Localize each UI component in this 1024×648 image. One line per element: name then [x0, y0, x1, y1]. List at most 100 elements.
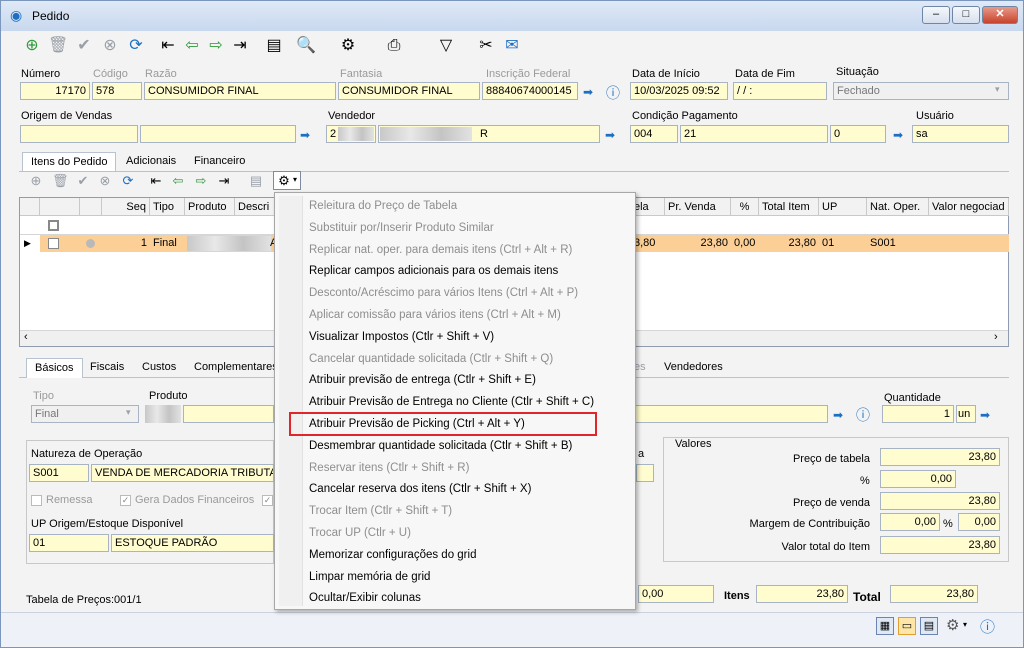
menu-item[interactable]: Memorizar configurações do grid [309, 545, 476, 565]
send-icon[interactable]: ✉ [502, 36, 522, 56]
situacao-select[interactable]: Fechado [833, 82, 1009, 100]
grid-header-pr-venda[interactable]: Pr. Venda [665, 198, 731, 216]
tabela-field-fragment[interactable] [636, 464, 654, 482]
previous-record-icon[interactable]: ⇦ [182, 36, 202, 56]
split-view-icon[interactable]: ▤ [920, 617, 938, 635]
chevron-down-icon[interactable]: ▾ [995, 84, 1000, 95]
search-icon[interactable]: 🔍 [296, 36, 316, 56]
tab-financeiro[interactable]: Financeiro [186, 152, 253, 172]
chevron-down-icon[interactable]: ▾ [126, 407, 131, 418]
refresh-icon[interactable]: ⟳ [120, 173, 136, 189]
tools-icon[interactable]: ✂ [476, 36, 496, 56]
close-button[interactable]: ✕ [982, 6, 1018, 24]
next-record-icon[interactable]: ⇨ [193, 173, 209, 189]
tipo-select[interactable]: Final [31, 405, 139, 423]
minimize-button[interactable]: ‒ [922, 6, 950, 24]
menu-item[interactable]: Replicar campos adicionais para os demai… [309, 261, 558, 281]
up-code-field[interactable]: 01 [29, 534, 109, 552]
margem-pct-field[interactable]: 0,00 [880, 513, 940, 531]
menu-item[interactable]: Releitura do Preço de Tabela [309, 196, 457, 216]
preco-venda-field[interactable]: 23,80 [880, 492, 1000, 510]
menu-item[interactable]: Reservar itens (Ctlr + Shift + R) [309, 458, 469, 478]
info-icon[interactable]: ⓘ [856, 405, 870, 425]
grid-header-produto[interactable]: Produto [185, 198, 235, 216]
filter-icon[interactable]: ▽ [436, 36, 456, 56]
zero-field[interactable]: 0 [830, 125, 886, 143]
condicao-code-field[interactable]: 004 [630, 125, 678, 143]
footer-000-field[interactable]: 0,00 [638, 585, 714, 603]
itens-total-field[interactable]: 23,80 [756, 585, 848, 603]
tab-itens-pedido[interactable]: Itens do Pedido [22, 152, 117, 172]
grid-header-up[interactable]: UP [819, 198, 867, 216]
menu-item[interactable]: Trocar UP (Ctlr + U) [309, 523, 411, 543]
tab-fiscais[interactable]: Fiscais [82, 358, 132, 378]
tab-custos[interactable]: Custos [134, 358, 184, 378]
print-icon[interactable]: ⎙ [384, 36, 404, 56]
menu-item[interactable]: Desconto/Acréscimo para vários Itens (Ct… [309, 283, 578, 303]
menu-item[interactable]: Atribuir Previsão de Entrega no Cliente … [309, 392, 594, 412]
arrow-right-icon[interactable]: ➡ [833, 409, 847, 421]
add-icon[interactable]: ⊕ [22, 36, 42, 56]
menu-item[interactable]: Trocar Item (Ctlr + Shift + T) [309, 501, 452, 521]
arrow-right-icon[interactable]: ➡ [605, 129, 619, 141]
inscricao-field[interactable]: 88840674000145 [482, 82, 578, 100]
grid-header-valor-negociado[interactable]: Valor negociad [929, 198, 1009, 216]
help-icon[interactable]: ⓘ [980, 616, 995, 637]
info-icon[interactable]: ⓘ [606, 83, 620, 103]
grid-view-icon[interactable]: ▦ [876, 617, 894, 635]
confirm-icon[interactable]: ✔ [75, 173, 91, 189]
row-checkbox[interactable] [48, 238, 59, 249]
tab-basicos[interactable]: Básicos [26, 358, 83, 378]
extra-checkbox[interactable]: ✓ [262, 495, 273, 506]
menu-item[interactable]: Aplicar comissão para vários itens (Ctrl… [309, 305, 561, 325]
grid-header-total-item[interactable]: Total Item [759, 198, 819, 216]
menu-item[interactable]: Ocultar/Exibir colunas [309, 588, 421, 608]
delete-icon[interactable]: 🗑 [52, 173, 69, 189]
menu-item[interactable]: Substituir por/Inserir Produto Similar [309, 218, 494, 238]
pct-field[interactable]: 0,00 [880, 470, 956, 488]
gear-icon[interactable]: ⚙ [946, 616, 959, 634]
produto-field[interactable] [183, 405, 274, 423]
tab-adicionais[interactable]: Adicionais [118, 152, 184, 172]
grid-header-seq[interactable]: Seq [102, 198, 150, 216]
preco-tabela-field[interactable]: 23,80 [880, 448, 1000, 466]
gera-dados-checkbox[interactable]: ✓ [120, 495, 131, 506]
fantasia-field[interactable]: CONSUMIDOR FINAL [338, 82, 480, 100]
scroll-left-icon[interactable]: ‹ [24, 331, 28, 343]
maximize-button[interactable]: □ [952, 6, 980, 24]
menu-item[interactable]: Cancelar quantidade solicitada (Ctlr + S… [309, 349, 553, 369]
next-record-icon[interactable]: ⇨ [206, 36, 226, 56]
menu-item[interactable]: Atribuir previsão de entrega (Ctlr + Shi… [309, 370, 536, 390]
menu-item[interactable]: Cancelar reserva dos itens (Ctlr + Shift… [309, 479, 531, 499]
first-record-icon[interactable]: ⇤ [148, 173, 164, 189]
document-icon[interactable]: ▤ [248, 173, 264, 189]
select-all-checkbox[interactable] [48, 220, 59, 231]
tab-complementares[interactable]: Complementares [186, 358, 286, 378]
document-icon[interactable]: ▤ [264, 36, 284, 56]
scroll-right-icon[interactable]: › [994, 331, 998, 343]
grid-header-tabela[interactable]: ela [631, 198, 665, 216]
codigo-field[interactable]: 578 [92, 82, 142, 100]
grid-header-pct[interactable]: % [731, 198, 759, 216]
margem-field[interactable]: 0,00 [958, 513, 1000, 531]
arrow-right-icon[interactable]: ➡ [300, 129, 314, 141]
add-icon[interactable]: ⊕ [28, 173, 44, 189]
arrow-right-icon[interactable]: ➡ [893, 129, 907, 141]
grid-header-descricao[interactable]: Descri [235, 198, 275, 216]
condicao-field[interactable]: 21 [680, 125, 828, 143]
refresh-icon[interactable]: ⟳ [126, 36, 146, 56]
data-fim-field[interactable]: / / : [733, 82, 827, 100]
arrow-right-icon[interactable]: ➡ [583, 86, 597, 98]
last-record-icon[interactable]: ⇥ [230, 36, 250, 56]
cancel-icon[interactable]: ⊗ [100, 36, 120, 56]
quantidade-field[interactable]: 1 [882, 405, 954, 423]
menu-item[interactable]: Visualizar Impostos (Ctlr + Shift + V) [309, 327, 494, 347]
natureza-field[interactable]: VENDA DE MERCADORIA TRIBUTA [91, 464, 274, 482]
data-inicio-field[interactable]: 10/03/2025 09:52 [630, 82, 728, 100]
menu-item[interactable]: Desmembrar quantidade solicitada (Ctlr +… [309, 436, 572, 456]
produto-desc-field[interactable] [636, 405, 828, 423]
remessa-checkbox[interactable] [31, 495, 42, 506]
first-record-icon[interactable]: ⇤ [158, 36, 178, 56]
grid-header-tipo[interactable]: Tipo [150, 198, 185, 216]
up-field[interactable]: ESTOQUE PADRÃO [111, 534, 274, 552]
